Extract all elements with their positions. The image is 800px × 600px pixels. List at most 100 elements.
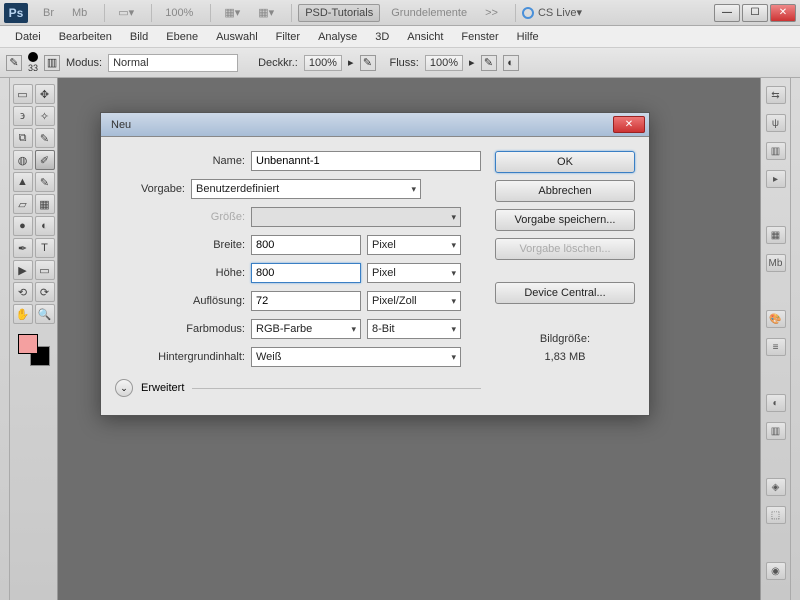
advanced-toggle[interactable]: ⌄ [115, 379, 133, 397]
save-preset-button[interactable]: Vorgabe speichern... [495, 209, 635, 231]
panel-icon-13[interactable]: ◉ [766, 562, 786, 580]
minibridge-button[interactable]: Mb [65, 4, 94, 22]
brush-preview[interactable]: 33 [28, 52, 38, 74]
flow-label: Fluss: [390, 57, 419, 69]
opacity-value[interactable]: 100% [304, 55, 342, 71]
screen-mode-button[interactable]: ▭▾ [111, 3, 141, 22]
airbrush-icon[interactable]: ✎ [481, 55, 497, 71]
opacity-pressure-icon[interactable]: ✎ [360, 55, 376, 71]
imagesize-label: Bildgröße: [495, 331, 635, 349]
height-input[interactable] [251, 263, 361, 283]
magic-wand-tool[interactable]: ✧ [35, 106, 55, 126]
brush-panel-toggle[interactable]: ▥ [44, 55, 60, 71]
name-input[interactable] [251, 151, 481, 171]
panel-icon-8[interactable]: ≡ [766, 338, 786, 356]
device-central-button[interactable]: Device Central... [495, 282, 635, 304]
type-tool[interactable]: T [35, 238, 55, 258]
colormode-select[interactable]: RGB-Farbe [251, 319, 361, 339]
menu-analyse[interactable]: Analyse [309, 31, 366, 43]
preset-select[interactable]: Benutzerdefiniert [191, 179, 421, 199]
panel-icon-2[interactable]: ψ [766, 114, 786, 132]
panel-icon-10[interactable]: ▥ [766, 422, 786, 440]
ps-logo-icon: Ps [4, 3, 28, 23]
tool-preset-picker[interactable]: ✎ [6, 55, 22, 71]
workspace-tab-2[interactable]: Grundelemente [384, 4, 474, 22]
lasso-tool[interactable]: ϶ [13, 106, 33, 126]
menu-ebene[interactable]: Ebene [157, 31, 207, 43]
advanced-label: Erweitert [141, 382, 184, 394]
pen-tool[interactable]: ✒ [13, 238, 33, 258]
3d-tool[interactable]: ⟲ [13, 282, 33, 302]
menu-3d[interactable]: 3D [366, 31, 398, 43]
ok-button[interactable]: OK [495, 151, 635, 173]
blur-tool[interactable]: ● [13, 216, 33, 236]
stamp-tool[interactable]: ▲ [13, 172, 33, 192]
close-button[interactable]: ✕ [770, 4, 796, 22]
menu-datei[interactable]: Datei [6, 31, 50, 43]
menu-hilfe[interactable]: Hilfe [508, 31, 548, 43]
3d-camera-tool[interactable]: ⟳ [35, 282, 55, 302]
colormode-label: Farbmodus: [115, 323, 245, 335]
zoom-tool[interactable]: 🔍 [35, 304, 55, 324]
panel-icon-7[interactable]: 🎨 [766, 310, 786, 328]
crop-tool[interactable]: ⧉ [13, 128, 33, 148]
name-label: Name: [115, 155, 245, 167]
arrange-button[interactable]: ▦▾ [217, 3, 247, 22]
menu-filter[interactable]: Filter [267, 31, 309, 43]
menu-bild[interactable]: Bild [121, 31, 157, 43]
panel-icon-11[interactable]: ◈ [766, 478, 786, 496]
colordepth-select[interactable]: 8-Bit [367, 319, 461, 339]
brush-tool[interactable]: ✐ [35, 150, 55, 170]
cancel-button[interactable]: Abbrechen [495, 180, 635, 202]
width-label: Breite: [115, 239, 245, 251]
width-unit-select[interactable]: Pixel [367, 235, 461, 255]
panel-icon-12[interactable]: ⬚ [766, 506, 786, 524]
background-label: Hintergrundinhalt: [115, 351, 245, 363]
resolution-unit-select[interactable]: Pixel/Zoll [367, 291, 461, 311]
blend-mode-select[interactable]: Normal [108, 54, 238, 72]
zoom-level[interactable]: 100% [158, 4, 200, 22]
delete-preset-button: Vorgabe löschen... [495, 238, 635, 260]
resolution-input[interactable] [251, 291, 361, 311]
imagesize-value: 1,83 MB [495, 349, 635, 367]
minimize-button[interactable]: — [714, 4, 740, 22]
left-edge [0, 78, 10, 600]
maximize-button[interactable]: ☐ [742, 4, 768, 22]
panel-icon-5[interactable]: ▦ [766, 226, 786, 244]
marquee-tool[interactable]: ▭ [13, 84, 33, 104]
shape-tool[interactable]: ▭ [35, 260, 55, 280]
panel-dock: ⇆ ψ ▥ ▸ ▦ Mb 🎨 ≡ ◐ ▥ ◈ ⬚ ◉ [760, 78, 790, 600]
extras-button[interactable]: ▦▾ [251, 3, 281, 22]
cs-live-button[interactable]: CS Live ▾ [522, 6, 582, 19]
bridge-button[interactable]: Br [36, 4, 61, 22]
panel-icon-3[interactable]: ▥ [766, 142, 786, 160]
path-select-tool[interactable]: ▶ [13, 260, 33, 280]
eraser-tool[interactable]: ▱ [13, 194, 33, 214]
title-bar: Ps Br Mb ▭▾ 100% ▦▾ ▦▾ PSD-Tutorials Gru… [0, 0, 800, 26]
panel-icon-9[interactable]: ◐ [766, 394, 786, 412]
menu-bearbeiten[interactable]: Bearbeiten [50, 31, 121, 43]
workspace-more[interactable]: >> [478, 4, 505, 22]
dialog-close-button[interactable]: ✕ [613, 116, 645, 133]
flow-value[interactable]: 100% [425, 55, 463, 71]
tablet-pressure-icon[interactable]: ◐ [503, 55, 519, 71]
width-input[interactable] [251, 235, 361, 255]
height-unit-select[interactable]: Pixel [367, 263, 461, 283]
healing-tool[interactable]: ◍ [13, 150, 33, 170]
background-select[interactable]: Weiß [251, 347, 461, 367]
move-tool[interactable]: ✥ [35, 84, 55, 104]
gradient-tool[interactable]: ▦ [35, 194, 55, 214]
history-brush-tool[interactable]: ✎ [35, 172, 55, 192]
panel-icon-1[interactable]: ⇆ [766, 86, 786, 104]
hand-tool[interactable]: ✋ [13, 304, 33, 324]
menu-fenster[interactable]: Fenster [452, 31, 507, 43]
workspace-tab-1[interactable]: PSD-Tutorials [298, 4, 380, 22]
panel-icon-4[interactable]: ▸ [766, 170, 786, 188]
menu-auswahl[interactable]: Auswahl [207, 31, 267, 43]
color-swatches[interactable] [18, 334, 50, 366]
menu-ansicht[interactable]: Ansicht [398, 31, 452, 43]
dodge-tool[interactable]: ◐ [35, 216, 55, 236]
panel-icon-6[interactable]: Mb [766, 254, 786, 272]
dialog-titlebar[interactable]: Neu ✕ [101, 113, 649, 137]
eyedropper-tool[interactable]: ✎ [35, 128, 55, 148]
